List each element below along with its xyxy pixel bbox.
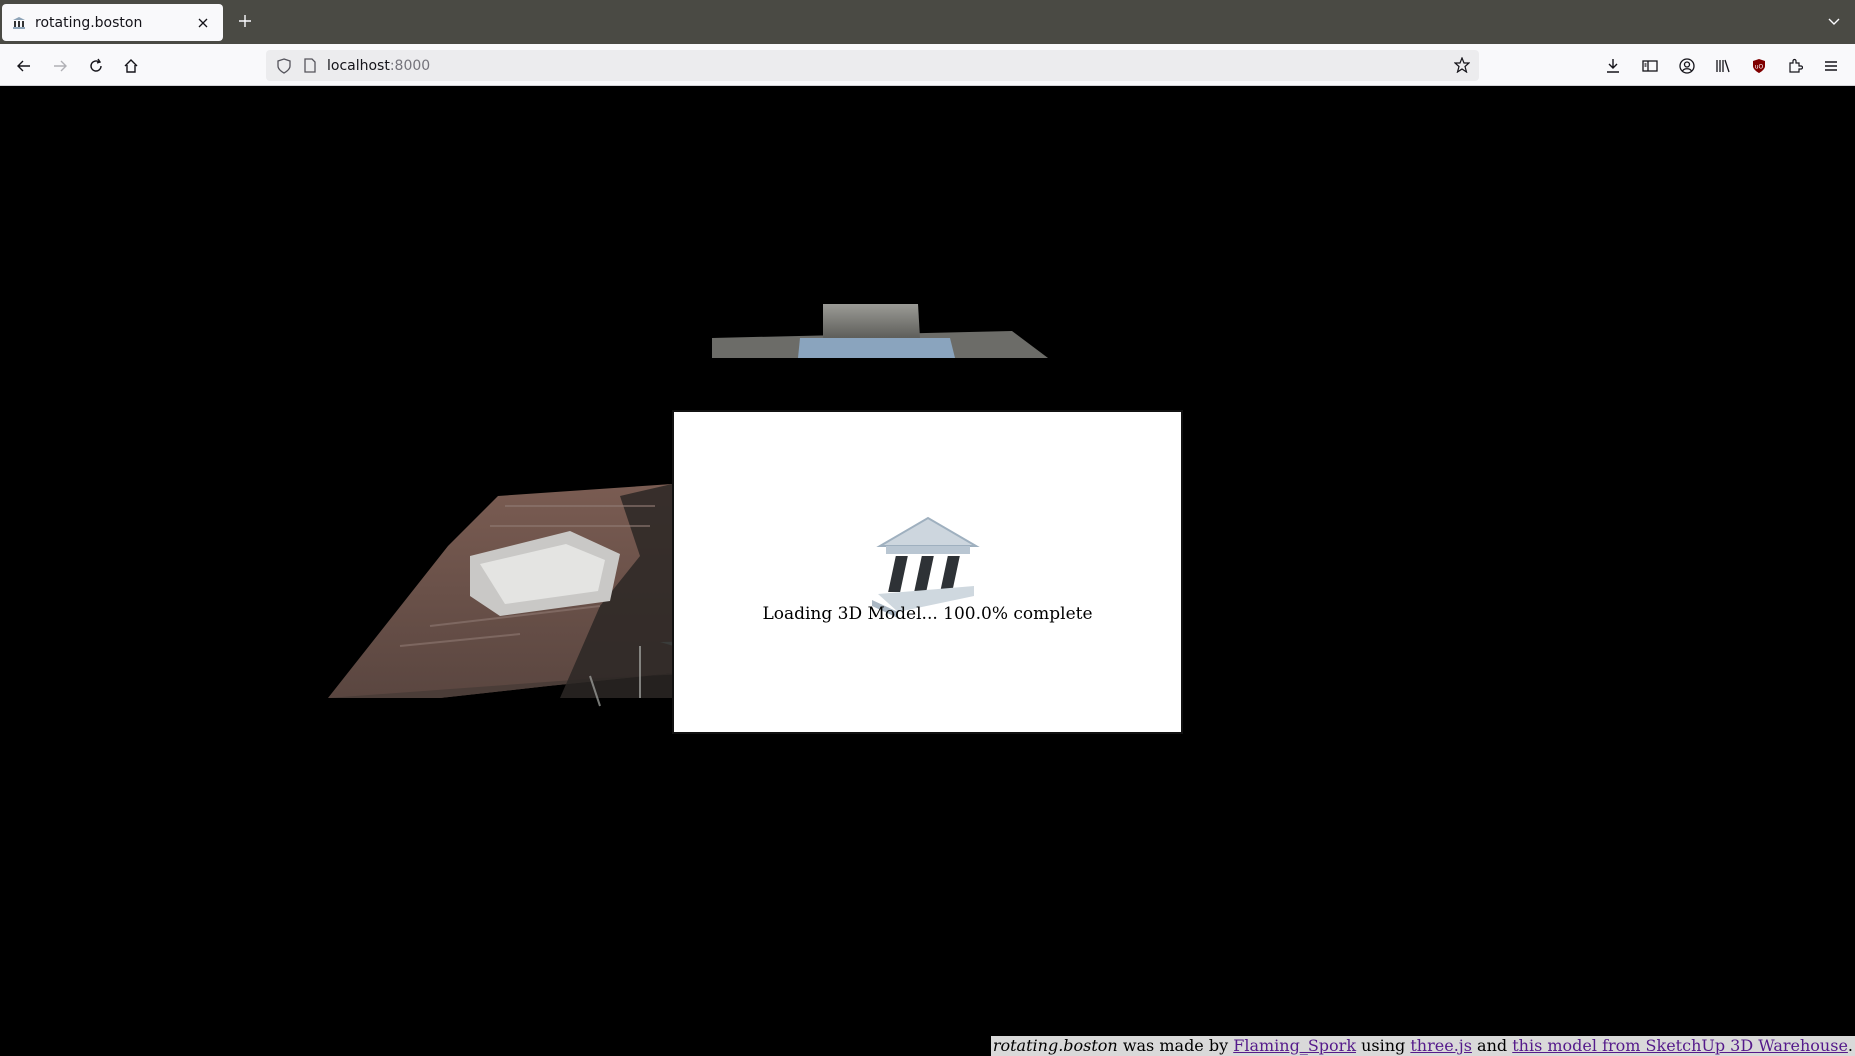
threejs-link[interactable]: three.js <box>1410 1036 1472 1055</box>
shield-icon[interactable] <box>275 57 293 75</box>
library-icon[interactable] <box>1710 53 1736 79</box>
tab-title: rotating.boston <box>35 14 143 31</box>
url-port: :8000 <box>389 57 431 74</box>
account-icon[interactable] <box>1674 53 1700 79</box>
ublock-icon[interactable]: uO <box>1746 53 1772 79</box>
reload-icon[interactable] <box>83 53 109 79</box>
credit-text-made-by: was made by <box>1117 1036 1234 1055</box>
model-link[interactable]: this model from SketchUp 3D Warehouse <box>1512 1036 1848 1055</box>
plus-icon[interactable] <box>234 10 256 32</box>
sidebar-icon[interactable] <box>1637 53 1663 79</box>
tab-active[interactable]: rotating.boston <box>2 4 223 41</box>
page-viewport: Loading 3D Model... 100.0% complete rota… <box>0 86 1855 1056</box>
page-icon[interactable] <box>301 57 319 75</box>
loading-status-text: Loading 3D Model... 100.0% complete <box>762 604 1093 624</box>
download-icon[interactable] <box>1600 53 1626 79</box>
credit-text-end: . <box>1847 1036 1853 1055</box>
menu-icon[interactable] <box>1818 53 1844 79</box>
star-icon[interactable] <box>1453 56 1471 74</box>
forward-arrow-icon[interactable] <box>47 53 73 79</box>
classical-building-icon <box>12 16 26 30</box>
credit-text-and: and <box>1471 1036 1513 1055</box>
credit-footer: rotating.boston was made by Flaming_Spor… <box>990 1036 1855 1056</box>
back-arrow-icon[interactable] <box>11 53 37 79</box>
site-name: rotating.boston <box>992 1036 1118 1055</box>
loading-dialog: Loading 3D Model... 100.0% complete <box>672 410 1183 734</box>
author-link[interactable]: Flaming_Spork <box>1233 1036 1356 1055</box>
close-icon[interactable] <box>193 13 213 33</box>
tab-strip: rotating.boston <box>0 0 1855 44</box>
chevron-down-icon[interactable] <box>1823 10 1845 32</box>
extensions-icon[interactable] <box>1782 53 1808 79</box>
classical-building-icon <box>871 516 980 618</box>
home-icon[interactable] <box>118 53 144 79</box>
svg-text:uO: uO <box>1755 64 1764 71</box>
nav-bar: localhost:8000 uO <box>0 44 1855 86</box>
url-bar[interactable]: localhost:8000 <box>266 50 1479 81</box>
url-host: localhost <box>327 57 390 74</box>
credit-text-using: using <box>1356 1036 1411 1055</box>
